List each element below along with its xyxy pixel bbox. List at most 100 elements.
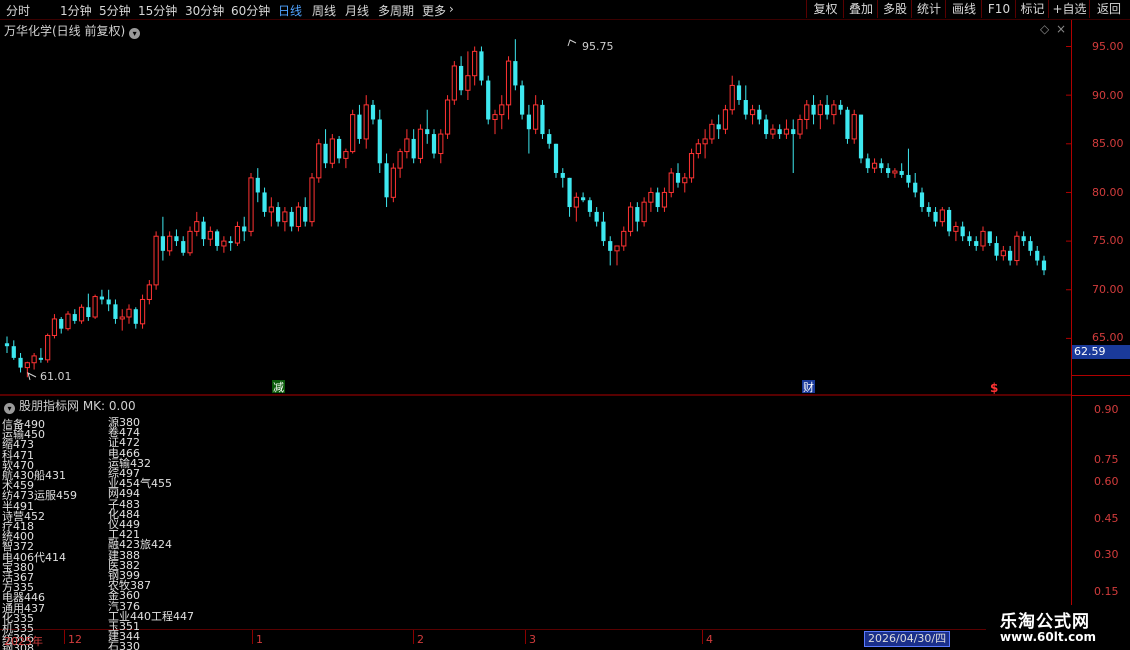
candle-body: [919, 192, 925, 208]
axis-divider: [1072, 395, 1130, 396]
date-label: 2025年: [4, 635, 43, 648]
indicator-label: 0.60: [1094, 475, 1119, 488]
stock-chart-app: 分时 1分钟 5分钟 15分钟 30分钟 60分钟 日线 周线 月线 多周期 更…: [0, 0, 1130, 650]
candle-body: [1028, 241, 1033, 251]
price-label: 95.00: [1092, 40, 1124, 53]
candle-body: [363, 104, 369, 140]
candle-body: [953, 226, 959, 232]
candle-body: [729, 84, 735, 111]
candle-body: [234, 226, 241, 244]
event-dividend-label[interactable]: $: [990, 381, 998, 395]
candle-body: [865, 158, 870, 169]
candle-body: [492, 114, 498, 120]
candle-body: [215, 231, 220, 246]
candle-body: [655, 192, 660, 208]
candle-body: [377, 119, 382, 164]
low-marker: 61.01: [27, 370, 72, 383]
candle-body: [960, 226, 965, 237]
candle-body: [743, 100, 748, 115]
candle-body: [688, 153, 695, 179]
candle-body: [764, 119, 769, 135]
candle-body: [804, 104, 810, 120]
chevron-down-icon[interactable]: ▾: [4, 403, 15, 414]
candle-body: [540, 104, 545, 135]
candle-body: [851, 114, 857, 140]
candle-body: [465, 75, 471, 91]
candle-body: [695, 143, 701, 155]
candle-body: [560, 172, 565, 178]
candle-body: [505, 60, 512, 106]
candle-body: [1008, 250, 1013, 261]
candle-body: [749, 109, 756, 116]
candle-body: [167, 235, 173, 252]
candle-body: [417, 128, 424, 159]
candle-body: [370, 104, 376, 120]
candle-body: [309, 177, 315, 223]
candle-body: [770, 128, 776, 135]
candle-body: [350, 114, 356, 153]
candle-body: [276, 207, 281, 222]
price-label: 75.00: [1092, 234, 1124, 247]
candle-body: [268, 206, 274, 213]
candle-body: [783, 128, 790, 135]
candle-body: [709, 123, 715, 140]
candle-body: [262, 192, 267, 212]
candle-body: [621, 230, 627, 247]
candle-body: [146, 284, 152, 300]
candle-body: [242, 226, 247, 232]
indicator-label: 0.15: [1094, 585, 1119, 598]
candle-body: [390, 167, 396, 198]
candle-body: [24, 362, 30, 369]
candle-body: [248, 177, 254, 232]
candle-body: [587, 200, 592, 212]
candle-body: [38, 357, 43, 360]
event-finance-label[interactable]: 财: [803, 380, 814, 394]
candle-body: [641, 201, 647, 223]
candle-body: [78, 306, 85, 322]
candle-body: [871, 162, 878, 169]
candle-body: [614, 245, 620, 252]
candle-body: [99, 296, 104, 300]
candle-body: [1021, 236, 1026, 242]
date-label: 3: [529, 633, 536, 646]
candle-body: [553, 143, 559, 173]
candle-body: [329, 138, 335, 164]
candle-body: [817, 104, 823, 116]
candle-body: [526, 114, 531, 130]
candle-body: [947, 209, 952, 232]
date-label: 1: [256, 633, 263, 646]
price-label: 85.00: [1092, 137, 1124, 150]
event-markers: 减 财 $: [272, 380, 998, 395]
candle-body: [520, 85, 525, 115]
event-reduce-label[interactable]: 减: [273, 381, 284, 394]
candle-body: [573, 196, 579, 208]
candle-body: [635, 207, 640, 222]
candle-body: [1041, 260, 1047, 271]
candle-body: [139, 298, 146, 325]
candle-body: [926, 207, 931, 212]
price-label: 90.00: [1092, 89, 1124, 102]
candle-body: [601, 221, 606, 242]
candle-body: [357, 114, 362, 139]
watermark-name: 乐淘公式网: [1000, 612, 1090, 632]
candle-body: [18, 357, 23, 368]
candle-body: [438, 133, 444, 155]
candle-body: [194, 221, 200, 232]
candle-body: [295, 206, 302, 228]
candle-body: [879, 163, 884, 169]
candle-body: [289, 211, 294, 227]
candle-body: [72, 314, 77, 321]
candle-body: [411, 138, 416, 159]
candle-body: [1014, 235, 1020, 262]
candle-body: [65, 313, 71, 330]
candle-body: [207, 230, 213, 240]
candle-body: [831, 104, 837, 116]
candle-body: [757, 109, 762, 120]
candle-body: [797, 118, 803, 135]
back-button[interactable]: 返回: [1089, 0, 1128, 18]
candle-body: [479, 51, 484, 81]
candle-body: [174, 236, 179, 242]
candle-body: [160, 236, 165, 251]
candle-body: [113, 304, 118, 319]
candle-body: [1035, 250, 1040, 261]
